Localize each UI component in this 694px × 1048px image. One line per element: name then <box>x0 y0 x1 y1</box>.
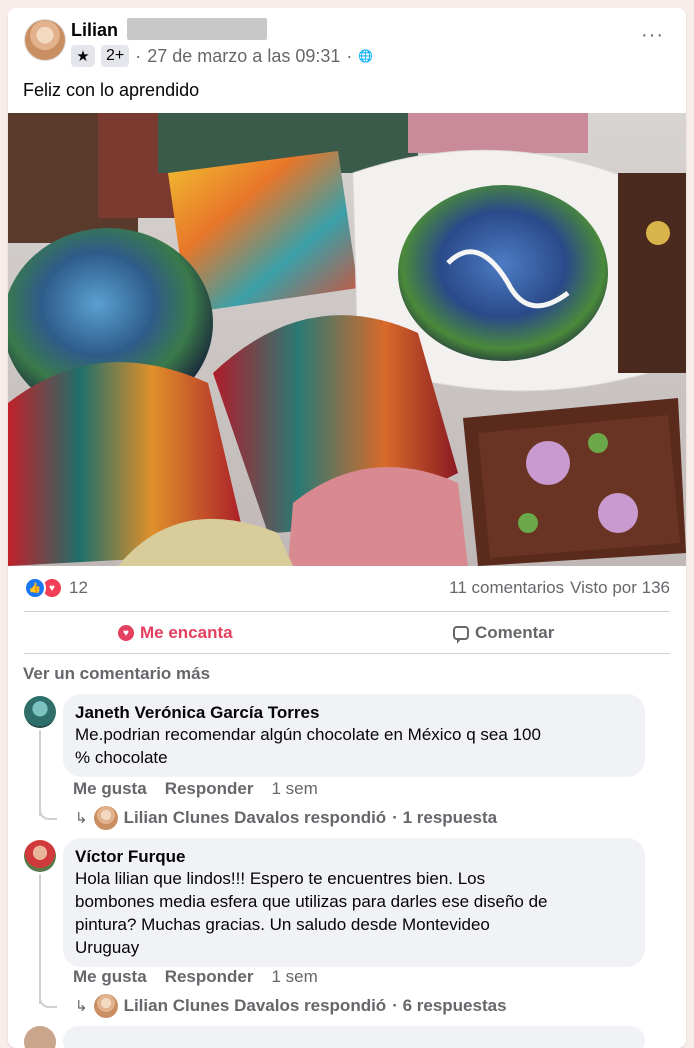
replied-by: Lilian Clunes Davalos respondió <box>123 808 387 827</box>
comment-like-button[interactable]: Me gusta <box>73 779 147 799</box>
heart-icon: ♥ <box>118 625 134 641</box>
reply-count: · 6 respuestas <box>392 996 507 1015</box>
divider <box>24 611 670 612</box>
thread-line <box>39 730 41 816</box>
comment-actions: Me gusta Responder 1 sem <box>73 779 318 799</box>
comment-text-line: % chocolate <box>75 748 168 767</box>
comment-button[interactable]: Comentar <box>453 621 554 645</box>
chocolate-bonbons-photo[interactable] <box>8 113 686 566</box>
thread-curve <box>39 994 57 1008</box>
commenter-avatar[interactable] <box>24 696 56 728</box>
comment-like-button[interactable]: Me gusta <box>73 967 147 987</box>
post-card: Lilian ★ 2+ · 27 de marzo a las 09:31 · … <box>8 8 686 1048</box>
reactions-summary[interactable]: 👍 ♥ 12 <box>24 577 88 599</box>
reply-arrow-icon: ↳ <box>75 998 88 1015</box>
post-meta: ★ 2+ · 27 de marzo a las 09:31 · 🌐 <box>71 45 373 67</box>
comment-bubble <box>63 1026 645 1048</box>
comment-reply-button[interactable]: Responder <box>165 779 254 799</box>
meta-separator: · <box>346 45 353 66</box>
comment-bubble: Víctor Furque Hola lilian que lindos!!! … <box>63 838 645 967</box>
thread-curve <box>39 806 57 820</box>
replies-link[interactable]: ↳ Lilian Clunes Davalos respondió · 6 re… <box>75 994 507 1018</box>
replier-avatar <box>93 806 118 830</box>
comment-time[interactable]: 1 sem <box>271 967 317 987</box>
love-button[interactable]: ♥ Me encanta <box>118 621 233 645</box>
divider <box>24 653 670 654</box>
commenter-avatar[interactable] <box>24 1026 56 1048</box>
commenter-name[interactable]: Víctor Furque <box>75 846 633 867</box>
post-timestamp[interactable]: 27 de marzo a las 09:31 <box>147 46 340 67</box>
comments-count[interactable]: 11 comentarios <box>449 578 564 598</box>
comment-button-label: Comentar <box>475 623 555 642</box>
love-button-label: Me encanta <box>140 623 233 642</box>
seen-count[interactable]: Visto por 136 <box>570 578 670 598</box>
replies-link[interactable]: ↳ Lilian Clunes Davalos respondió · 1 re… <box>75 806 497 830</box>
thread-line <box>39 874 41 1004</box>
reply-arrow-icon: ↳ <box>75 810 88 827</box>
comment-time[interactable]: 1 sem <box>271 779 317 799</box>
reaction-icons: 👍 ♥ <box>24 577 63 599</box>
reaction-count: 12 <box>69 578 88 597</box>
comment-bubble: Janeth Verónica García Torres Me.podrian… <box>63 694 645 777</box>
redacted-name-block <box>127 18 267 40</box>
comment-bubble-icon <box>453 626 469 644</box>
author-name[interactable]: Lilian <box>71 20 118 41</box>
comment-reply-button[interactable]: Responder <box>165 967 254 987</box>
comment-text-line: Uruguay <box>75 938 140 957</box>
post-stats: 11 comentarios Visto por 136 <box>449 578 670 598</box>
reply-count: · 1 respuesta <box>392 808 498 827</box>
badge-count: 2+ <box>101 45 130 67</box>
like-icon: 👍 <box>24 577 46 599</box>
comment-text-line: Me.podrian recomendar algún chocolate en… <box>75 725 541 744</box>
commenter-name[interactable]: Janeth Verónica García Torres <box>75 702 633 723</box>
comment-text-line: pintura? Muchas gracias. Un saludo desde… <box>75 915 490 934</box>
star-badge-icon: ★ <box>71 45 95 67</box>
globe-icon: 🌐 <box>358 49 374 63</box>
comment-text-line: Hola lilian que lindos!!! Espero te encu… <box>75 869 486 888</box>
meta-separator: · <box>135 45 142 66</box>
view-more-comments-link[interactable]: Ver un comentario más <box>23 664 210 684</box>
comment-text-line: bombones media esfera que utilizas para … <box>75 892 548 911</box>
post-text: Feliz con lo aprendido <box>23 80 200 100</box>
author-avatar[interactable] <box>24 19 66 61</box>
more-options-icon[interactable]: ··· <box>641 25 664 45</box>
commenter-avatar[interactable] <box>24 840 56 872</box>
comment-actions: Me gusta Responder 1 sem <box>73 967 318 987</box>
replied-by: Lilian Clunes Davalos respondió <box>123 996 387 1015</box>
replier-avatar <box>93 994 118 1018</box>
